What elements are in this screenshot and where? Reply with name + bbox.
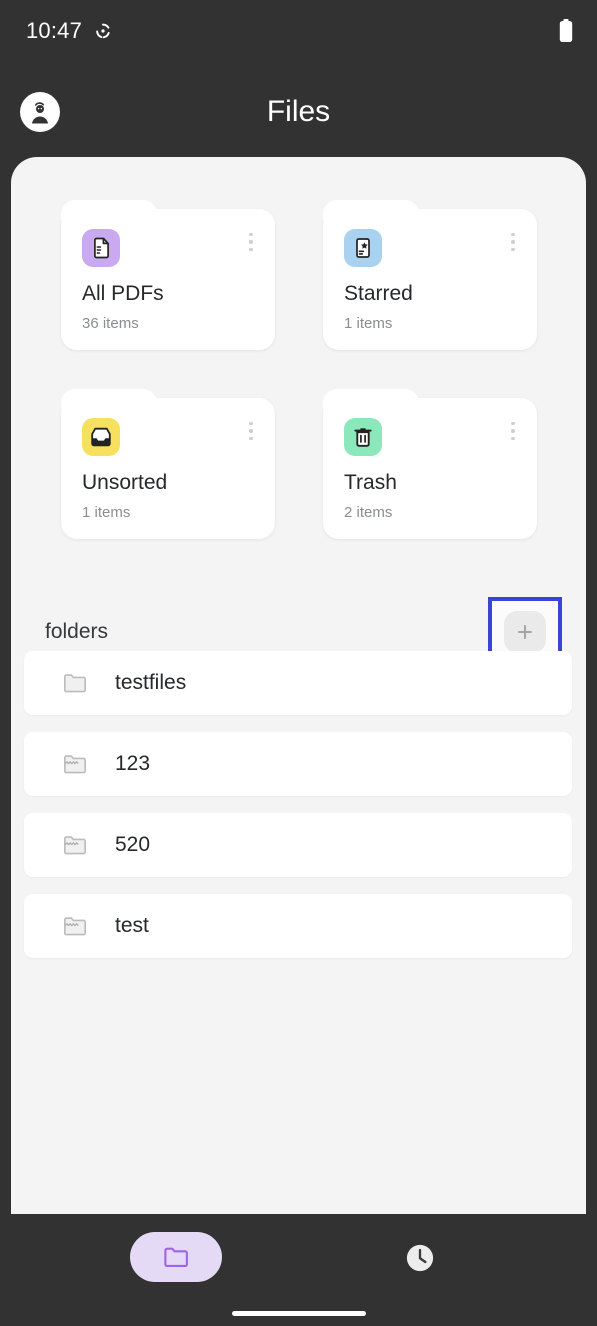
trash-can-icon xyxy=(344,418,382,456)
category-card-all-pdfs[interactable]: All PDFs 36 items xyxy=(61,200,275,350)
folder-name: testfiles xyxy=(115,671,187,694)
status-bar-left: 10:47 xyxy=(26,18,112,44)
status-clock: 10:47 xyxy=(26,18,83,43)
folder-hatched-icon xyxy=(62,751,88,777)
add-folder-button[interactable] xyxy=(504,611,546,653)
status-bar-right xyxy=(559,19,573,43)
folder-name: 123 xyxy=(115,752,151,775)
category-title: Trash xyxy=(344,471,397,494)
status-bar: 10:47 xyxy=(0,0,597,62)
page-title: Files xyxy=(266,95,331,128)
phone-screen: 10:47 Files All PDFs 36 items Starred 1 … xyxy=(0,0,597,1326)
folder-name: 520 xyxy=(115,833,151,856)
kebab-menu-icon[interactable] xyxy=(242,229,260,255)
category-count: 1 items xyxy=(344,315,393,332)
pdf-documents-icon xyxy=(82,229,120,267)
kebab-menu-icon[interactable] xyxy=(504,229,522,255)
category-title: All PDFs xyxy=(82,282,164,305)
category-grid: All PDFs 36 items Starred 1 items Unsort… xyxy=(61,200,537,539)
category-title: Unsorted xyxy=(82,471,168,494)
nav-item-recent[interactable] xyxy=(405,1243,435,1273)
category-count: 2 items xyxy=(344,504,393,521)
inbox-tray-icon xyxy=(82,418,120,456)
home-indicator xyxy=(231,1311,366,1316)
folder-hatched-icon xyxy=(62,832,88,858)
folder-list-item[interactable]: 520 xyxy=(24,813,572,877)
folders-section-label: folders xyxy=(45,620,109,643)
folder-list: testfiles 123 520 test xyxy=(24,651,572,975)
plus-icon xyxy=(517,624,533,640)
content-sheet: All PDFs 36 items Starred 1 items Unsort… xyxy=(11,157,586,1214)
folder-icon xyxy=(62,670,88,696)
folder-list-item[interactable]: 123 xyxy=(24,732,572,796)
folder-list-item[interactable]: testfiles xyxy=(24,651,572,715)
nav-item-folders[interactable] xyxy=(130,1232,222,1282)
folder-list-item[interactable]: test xyxy=(24,894,572,958)
category-count: 36 items xyxy=(82,315,139,332)
folder-name: test xyxy=(115,914,149,937)
category-card-unsorted[interactable]: Unsorted 1 items xyxy=(61,389,275,539)
battery-full-icon xyxy=(559,19,573,43)
sync-icon xyxy=(94,22,112,40)
folder-icon xyxy=(164,1247,188,1268)
category-title: Starred xyxy=(344,282,413,305)
category-count: 1 items xyxy=(82,504,131,521)
category-card-starred[interactable]: Starred 1 items xyxy=(323,200,537,350)
clock-icon xyxy=(406,1244,434,1272)
category-card-trash[interactable]: Trash 2 items xyxy=(323,389,537,539)
kebab-menu-icon[interactable] xyxy=(504,418,522,444)
kebab-menu-icon[interactable] xyxy=(242,418,260,444)
starred-document-icon xyxy=(344,229,382,267)
folder-hatched-icon xyxy=(62,913,88,939)
